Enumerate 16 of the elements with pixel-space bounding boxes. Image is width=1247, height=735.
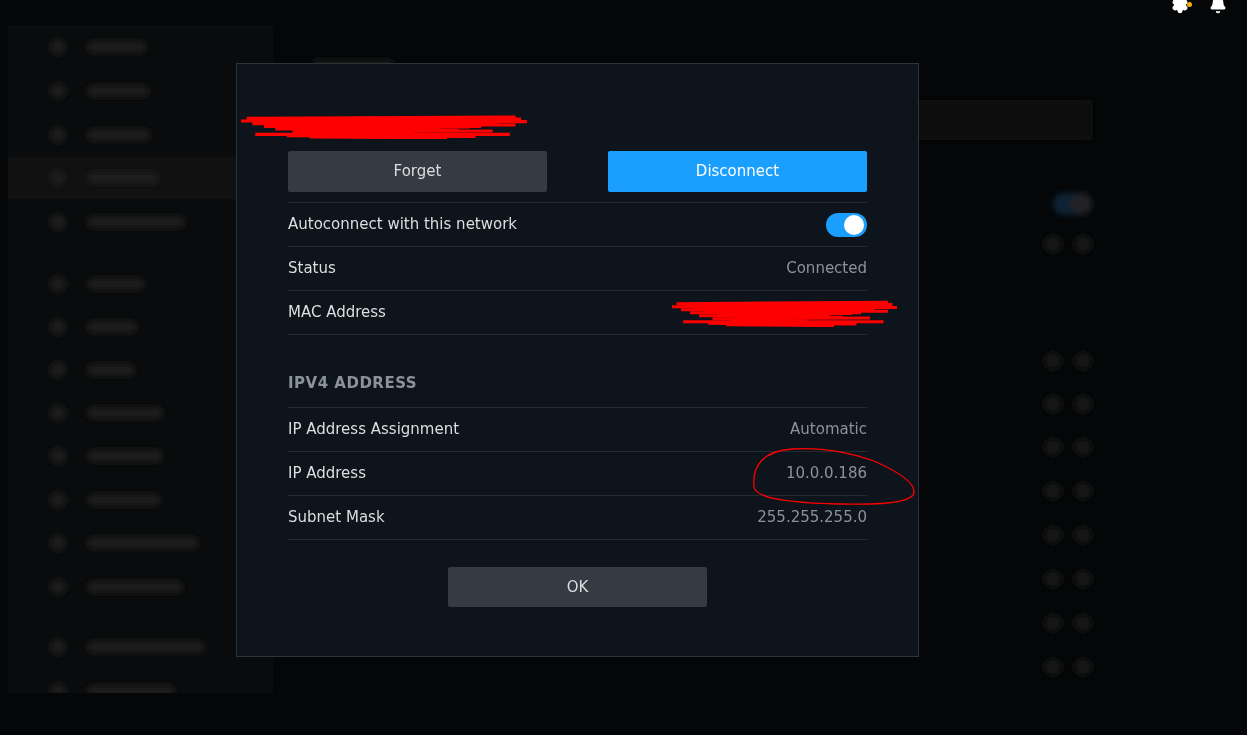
- setting-value: Connected: [786, 258, 867, 280]
- setting-label: Subnet Mask: [288, 507, 385, 529]
- toggle-switch[interactable]: [826, 212, 867, 237]
- setting-label: Status: [288, 258, 336, 280]
- setting-value: 255.255.255.0: [757, 507, 867, 529]
- setting-label: Autoconnect with this network: [288, 214, 518, 236]
- setting-value: Automatic: [790, 419, 867, 441]
- setting-label: IP Address: [288, 463, 366, 485]
- setting-label: MAC Address: [288, 302, 386, 324]
- section-heading: IPV4 ADDRESS: [288, 372, 418, 394]
- forget-button[interactable]: Forget: [288, 151, 547, 192]
- bell-icon[interactable]: [1209, 0, 1227, 14]
- setting-label: IP Address Assignment: [288, 419, 460, 441]
- settings-icon[interactable]: [1171, 0, 1189, 14]
- setting-value: 10.0.0.186: [785, 463, 867, 485]
- ok-button[interactable]: OK: [448, 567, 707, 607]
